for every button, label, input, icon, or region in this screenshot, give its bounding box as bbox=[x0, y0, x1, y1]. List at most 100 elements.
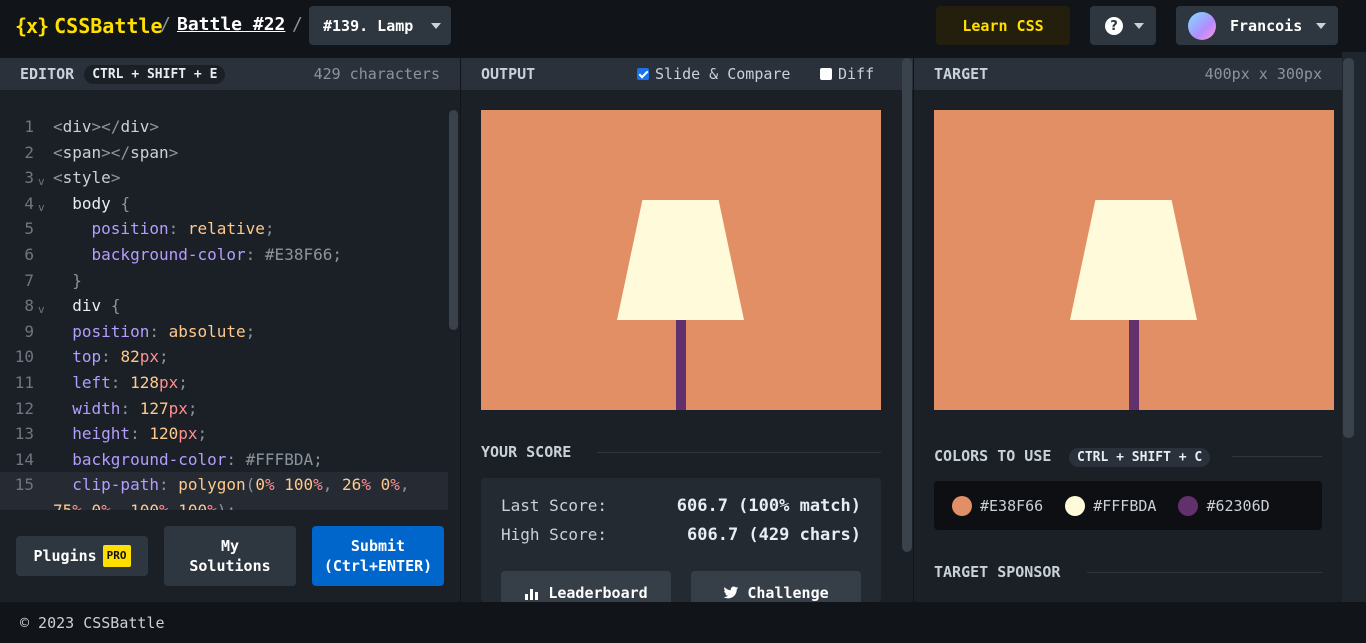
chevron-down-icon bbox=[1134, 23, 1144, 29]
target-header: TARGET 400px x 300px bbox=[914, 58, 1342, 90]
divider bbox=[597, 452, 881, 453]
code-line[interactable]: 11 left: 128px; bbox=[0, 370, 448, 396]
slide-compare-checkbox[interactable] bbox=[637, 68, 649, 80]
submit-label: Submit bbox=[350, 537, 406, 555]
target-size: 400px x 300px bbox=[1204, 65, 1322, 83]
line-number: 11 bbox=[14, 372, 34, 392]
last-score-row: Last Score: 606.7 (100% match) bbox=[501, 496, 861, 516]
code-text: body { bbox=[72, 193, 131, 213]
code-text: left: 128px; bbox=[72, 372, 188, 392]
code-line[interactable]: 4v body { bbox=[0, 191, 448, 217]
color-hex: #E38F66 bbox=[980, 496, 1044, 515]
avatar bbox=[1188, 11, 1216, 40]
color-hex: #62306D bbox=[1206, 496, 1270, 515]
challenge-label: Challenge bbox=[747, 584, 829, 602]
code-line[interactable]: 2 <span></span> bbox=[0, 140, 448, 166]
line-number: 13 bbox=[14, 424, 34, 444]
code-line[interactable]: 1 <div></div> bbox=[0, 114, 448, 140]
my-solutions-button[interactable]: My Solutions bbox=[164, 526, 296, 586]
code-line[interactable]: 10 top: 82px; bbox=[0, 344, 448, 370]
top-bar: {x} CSSBattle / Battle #22 / #139. Lamp … bbox=[0, 0, 1366, 52]
color-dot bbox=[952, 495, 972, 516]
line-number: 10 bbox=[14, 347, 34, 367]
line-number: 9 bbox=[24, 321, 34, 341]
code-text: <style> bbox=[53, 168, 121, 188]
code-line[interactable]: 12 width: 127px; bbox=[0, 396, 448, 422]
diff-checkbox[interactable] bbox=[820, 68, 832, 80]
code-text: background-color: #E38F66; bbox=[91, 244, 342, 264]
chevron-down-icon bbox=[1316, 23, 1326, 29]
high-score-row: High Score: 606.7 (429 chars) bbox=[501, 525, 861, 545]
diff-toggle[interactable]: Diff bbox=[820, 65, 874, 83]
code-text: height: 120px; bbox=[72, 424, 208, 444]
color-swatch[interactable]: #E38F66 bbox=[952, 495, 1044, 516]
colors-list: #E38F66 #FFFBDA #62306D bbox=[934, 481, 1322, 530]
code-line[interactable]: 6 background-color: #E38F66; bbox=[0, 242, 448, 268]
target-scrollbar[interactable] bbox=[1343, 58, 1354, 438]
target-image bbox=[934, 110, 1334, 410]
help-icon: ? bbox=[1105, 17, 1123, 35]
my-solutions-label: My bbox=[220, 537, 240, 555]
logo-text: CSSBattle bbox=[54, 14, 163, 38]
user-menu-button[interactable]: Francois bbox=[1176, 6, 1338, 45]
plugins-label: Plugins bbox=[33, 547, 97, 565]
code-line[interactable]: 8v div { bbox=[0, 293, 448, 319]
lamp-pole bbox=[676, 320, 686, 410]
code-line[interactable]: 5 position: relative; bbox=[0, 216, 448, 242]
help-menu-button[interactable]: ? bbox=[1090, 6, 1156, 45]
last-score-label: Last Score: bbox=[501, 496, 607, 515]
editor-scrollbar[interactable] bbox=[449, 110, 458, 330]
code-line[interactable]: 75% 0%, 100% 100%); bbox=[0, 497, 448, 510]
output-panel: OUTPUT Slide & Compare Diff YOUR SCORE L… bbox=[461, 58, 913, 615]
character-count: 429 characters bbox=[313, 65, 440, 83]
colors-title: COLORS TO USE bbox=[934, 447, 1052, 465]
color-swatch[interactable]: #62306D bbox=[1178, 495, 1270, 516]
code-text: <span></span> bbox=[53, 142, 179, 162]
code-line[interactable]: 9 position: absolute; bbox=[0, 319, 448, 345]
color-hex: #FFFBDA bbox=[1093, 496, 1157, 515]
line-number: 1 bbox=[24, 117, 34, 136]
line-number: 12 bbox=[14, 398, 34, 418]
code-text: <div></div> bbox=[53, 117, 159, 136]
lamp-shade bbox=[1070, 200, 1197, 320]
logo-mark-icon: {x} bbox=[15, 14, 49, 38]
line-number: 6 bbox=[24, 244, 34, 264]
code-text: clip-path: polygon(0% 100%, 26% 0%, bbox=[72, 475, 410, 495]
color-dot bbox=[1065, 495, 1086, 516]
battle-link[interactable]: Battle #22 bbox=[177, 14, 285, 35]
line-number: 14 bbox=[14, 449, 34, 469]
editor-header: EDITOR CTRL + SHIFT + E 429 characters bbox=[0, 58, 460, 90]
submit-button[interactable]: Submit (Ctrl+ENTER) bbox=[312, 526, 444, 586]
code-line[interactable]: 7 } bbox=[0, 268, 448, 294]
divider bbox=[1087, 572, 1322, 573]
line-number: 4 bbox=[24, 193, 34, 213]
twitter-icon bbox=[723, 586, 739, 599]
output-title: OUTPUT bbox=[481, 65, 536, 83]
output-scrollbar[interactable] bbox=[902, 58, 912, 552]
target-panel: TARGET 400px x 300px COLORS TO USE CTRL … bbox=[914, 58, 1342, 602]
code-text: top: 82px; bbox=[72, 347, 169, 367]
editor-shortcut-badge: CTRL + SHIFT + E bbox=[84, 64, 226, 84]
code-line[interactable]: 15 clip-path: polygon(0% 100%, 26% 0%, bbox=[0, 472, 448, 498]
pro-badge: PRO bbox=[102, 545, 131, 567]
slide-compare-label: Slide & Compare bbox=[655, 65, 791, 83]
plugins-button[interactable]: Plugins PRO bbox=[16, 536, 148, 576]
color-dot bbox=[1178, 495, 1199, 516]
submit-shortcut: (Ctrl+ENTER) bbox=[323, 557, 433, 575]
level-select[interactable]: #139. Lamp bbox=[309, 6, 451, 45]
code-line[interactable]: 14 background-color: #FFFBDA; bbox=[0, 447, 448, 473]
code-line[interactable]: 13 height: 120px; bbox=[0, 421, 448, 447]
output-header: OUTPUT Slide & Compare Diff bbox=[461, 58, 913, 90]
target-title: TARGET bbox=[934, 65, 989, 83]
output-canvas[interactable] bbox=[481, 110, 881, 410]
divider bbox=[1232, 456, 1322, 457]
code-editor[interactable]: 1 <div></div> 2 <span></span> 3 v <style> 4 v bo… bbox=[0, 114, 448, 510]
diff-label: Diff bbox=[838, 65, 875, 83]
slide-compare-toggle[interactable]: Slide & Compare bbox=[637, 65, 790, 83]
learn-css-button[interactable]: Learn CSS bbox=[936, 6, 1070, 45]
username: Francois bbox=[1230, 16, 1303, 35]
code-text: div { bbox=[72, 296, 121, 316]
code-line[interactable]: 3 v <style> bbox=[0, 165, 448, 191]
cssbattle-logo[interactable]: {x} CSSBattle bbox=[15, 14, 163, 38]
color-swatch[interactable]: #FFFBDA bbox=[1065, 495, 1157, 516]
